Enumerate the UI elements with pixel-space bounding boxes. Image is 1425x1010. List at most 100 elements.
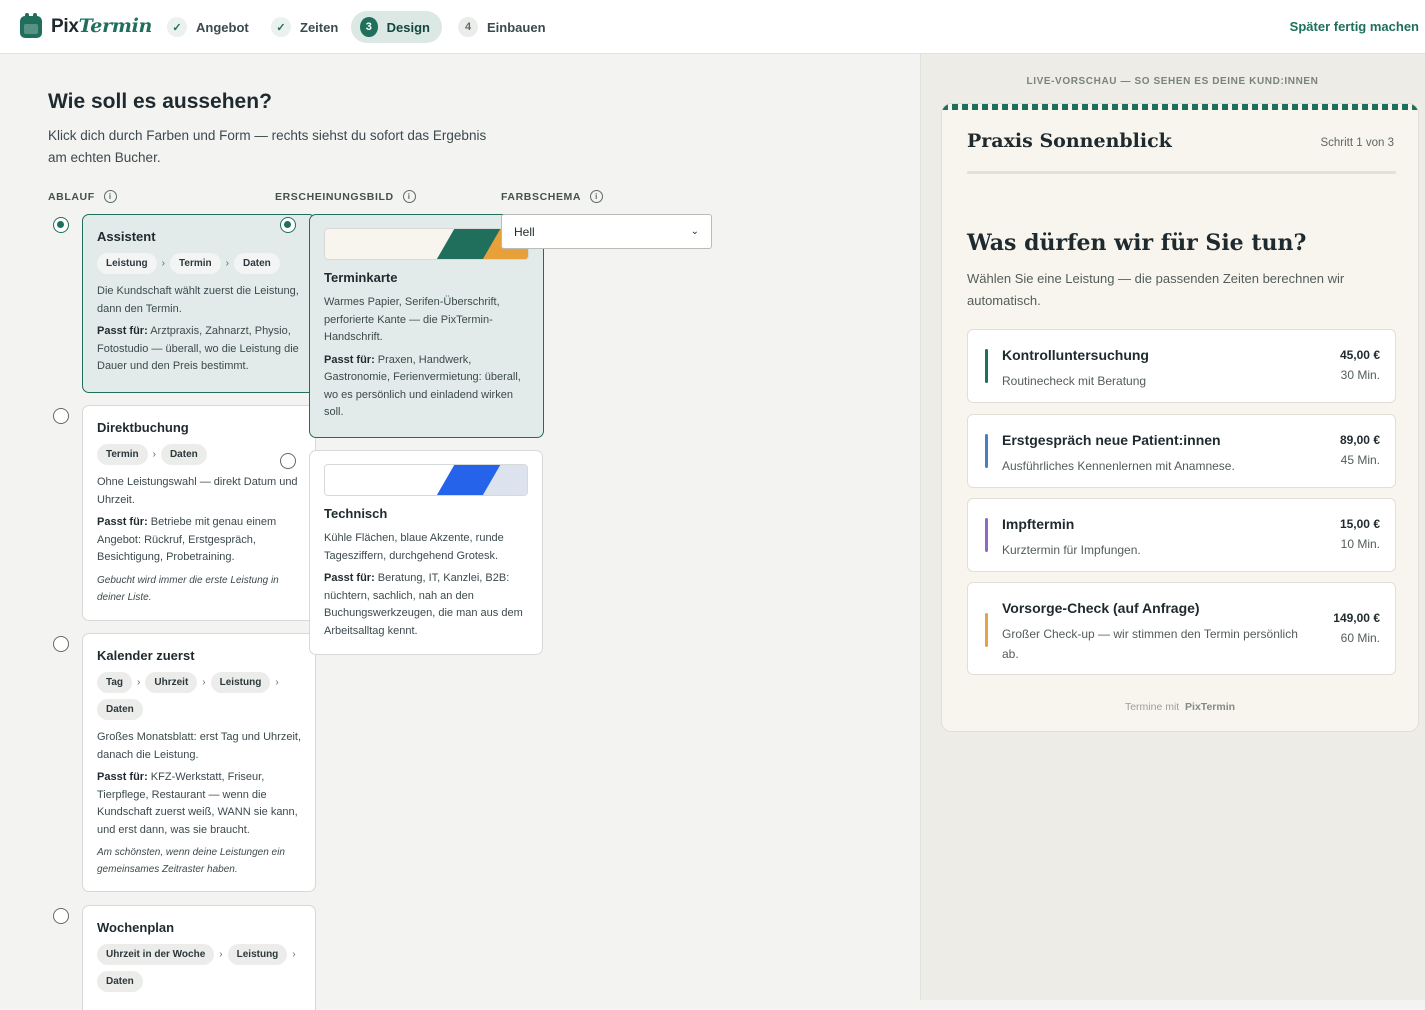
style-fit: Passt für: Beratung, IT, Kanzlei, B2B: n…	[324, 572, 523, 637]
flow-steps: Leistung › Termin › Daten	[97, 253, 301, 274]
flow-description: Die Kundschaft wählt zuerst die Leistung…	[97, 285, 299, 315]
chevron-right-icon: ›	[292, 949, 296, 960]
column-heading-ablauf: ABLAUF i	[48, 190, 117, 203]
step-zeiten[interactable]: ✓ Zeiten	[262, 11, 350, 43]
perforated-edge	[942, 104, 1418, 110]
style-description: Warmes Papier, Serifen-Überschrift, perf…	[324, 296, 500, 343]
style-title: Technisch	[324, 506, 388, 521]
info-icon[interactable]: i	[103, 190, 117, 203]
flow-step-chip: Uhrzeit	[145, 672, 198, 693]
service-color-bar	[985, 518, 988, 552]
flow-card-kalender-zuerst[interactable]: Kalender zuerst Tag › Uhrzeit › Leistung › …	[82, 633, 316, 892]
service-description: Großer Check-up — wir stimmen den Termin…	[1002, 627, 1298, 661]
step-indicator: Schritt 1 von 3	[1320, 137, 1394, 149]
service-price: 89,00 €	[1339, 433, 1380, 447]
service-name: Kontrolluntersuchung	[1002, 347, 1149, 363]
service-item[interactable]: Impftermin Kurztermin für Impfungen. 15,…	[967, 498, 1396, 572]
style-swatch-technisch	[324, 464, 528, 496]
step-label: Angebot	[196, 19, 249, 35]
business-name: Praxis Sonnenblick	[967, 130, 1172, 152]
flow-step-chip: Leistung	[210, 672, 271, 693]
column-heading-farbschema: FARBSCHEMA i	[501, 190, 604, 203]
flow-step-chip: Tag	[97, 672, 133, 693]
flow-fit: Passt für: Betriebe mit genau einem Ange…	[97, 516, 277, 563]
flow-radio-kalender-zuerst[interactable]	[53, 636, 69, 652]
service-duration: 10 Min.	[1340, 537, 1380, 551]
flow-steps: Termin › Daten	[97, 444, 301, 465]
service-item[interactable]: Erstgespräch neue Patient:innen Ausführl…	[967, 414, 1396, 488]
flow-note: Am schönsten, wenn deine Leistungen ein …	[97, 847, 285, 875]
service-description: Ausführliches Kennenlernen mit Anamnese.	[1002, 459, 1235, 473]
step-angebot[interactable]: ✓ Angebot	[158, 11, 261, 43]
style-swatch-terminkarte	[324, 228, 529, 260]
flow-card-wochenplan[interactable]: Wochenplan Uhrzeit in der Woche › Leistun…	[82, 905, 316, 1010]
flow-step-chip: Daten	[97, 699, 143, 720]
logo-text: PixTermin	[51, 15, 153, 37]
flow-note: Gebucht wird immer die erste Leistung in…	[97, 574, 279, 603]
flow-step-chip: Leistung	[227, 944, 288, 965]
step-label: Zeiten	[300, 19, 339, 35]
step-number: 3	[360, 17, 378, 37]
flow-title: Kalender zuerst	[97, 648, 195, 663]
flow-title: Assistent	[97, 229, 156, 244]
info-icon[interactable]: i	[590, 190, 604, 203]
service-price: 149,00 €	[1333, 611, 1380, 625]
flow-radio-assistent[interactable]	[53, 217, 69, 233]
progress-bar	[967, 171, 1396, 174]
preview-subtitle: Wählen Sie eine Leistung — die passenden…	[967, 271, 1345, 308]
service-color-bar	[985, 349, 988, 383]
info-icon[interactable]: i	[402, 190, 416, 203]
service-duration: 60 Min.	[1340, 631, 1380, 645]
flow-step-chip: Termin	[97, 444, 148, 465]
flow-fit: Passt für: KFZ-Werkstatt, Friseur, Tierp…	[97, 771, 298, 836]
service-duration: 30 Min.	[1340, 368, 1380, 382]
service-item[interactable]: Kontrolluntersuchung Routinecheck mit Be…	[967, 329, 1396, 403]
style-title: Terminkarte	[324, 270, 398, 285]
flow-radio-direktbuchung[interactable]	[53, 408, 69, 424]
page-title: Wie soll es aussehen?	[48, 90, 272, 113]
preview-heading: LIVE-VORSCHAU — SO SEHEN ES DEINE KUND:I…	[1026, 76, 1319, 87]
service-color-bar	[985, 434, 988, 468]
color-scheme-value: Hell	[514, 224, 535, 239]
flow-step-chip: Daten	[97, 971, 143, 992]
service-name: Erstgespräch neue Patient:innen	[1002, 432, 1221, 448]
color-scheme-select[interactable]: Hell ⌄	[501, 214, 712, 249]
chevron-right-icon: ›	[202, 677, 206, 688]
finish-later-link[interactable]: Später fertig machen	[1290, 19, 1419, 34]
calendar-logo-icon	[20, 12, 42, 38]
flow-card-assistent[interactable]: Assistent Leistung › Termin › Daten Die Ku…	[82, 214, 316, 393]
service-color-bar	[985, 613, 988, 647]
style-radio-technisch[interactable]	[280, 453, 296, 469]
style-radio-terminkarte[interactable]	[280, 217, 296, 233]
step-label: Einbauen	[487, 19, 546, 35]
preview-booking-card: Praxis Sonnenblick Schritt 1 von 3 Was d…	[941, 103, 1419, 732]
flow-description: Großes Monatsblatt: erst Tag und Uhrzeit…	[97, 731, 301, 761]
chevron-right-icon: ›	[152, 449, 156, 460]
step-label: Design	[386, 19, 430, 35]
service-name: Impftermin	[1002, 516, 1075, 532]
flow-step-chip: Daten	[160, 444, 207, 465]
flow-title: Wochenplan	[97, 920, 175, 935]
chevron-down-icon: ⌄	[690, 226, 699, 237]
chevron-right-icon: ›	[225, 258, 229, 269]
flow-card-direktbuchung[interactable]: Direktbuchung Termin › Daten Ohne Leistun…	[82, 405, 316, 621]
flow-description: Ohne Leistungswahl — direkt Datum und Uh…	[97, 476, 298, 506]
step-design[interactable]: 3 Design	[351, 11, 442, 43]
flow-step-chip: Daten	[233, 253, 280, 274]
chevron-right-icon: ›	[275, 677, 279, 688]
flow-step-chip: Uhrzeit in der Woche	[97, 944, 215, 965]
top-bar: PixTermin ✓ Angebot ✓ Zeiten 3 Design 4 …	[0, 0, 1425, 54]
chevron-right-icon: ›	[137, 677, 141, 688]
service-price: 45,00 €	[1339, 348, 1380, 362]
service-item[interactable]: Vorsorge-Check (auf Anfrage) Großer Chec…	[967, 582, 1396, 675]
style-description: Kühle Flächen, blaue Akzente, runde Tage…	[324, 532, 504, 562]
check-icon: ✓	[167, 17, 187, 37]
flow-step-chip: Leistung	[97, 253, 157, 274]
style-card-technisch[interactable]: Technisch Kühle Flächen, blaue Akzente, …	[309, 450, 543, 655]
check-icon: ✓	[271, 17, 291, 37]
flow-radio-wochenplan[interactable]	[53, 908, 69, 924]
step-einbauen[interactable]: 4 Einbauen	[449, 11, 558, 43]
powered-by: Termine mit PixTermin	[1124, 701, 1236, 713]
logo[interactable]: PixTermin	[20, 12, 153, 38]
column-heading-erscheinungsbild: ERSCHEINUNGSBILD i	[275, 190, 416, 203]
